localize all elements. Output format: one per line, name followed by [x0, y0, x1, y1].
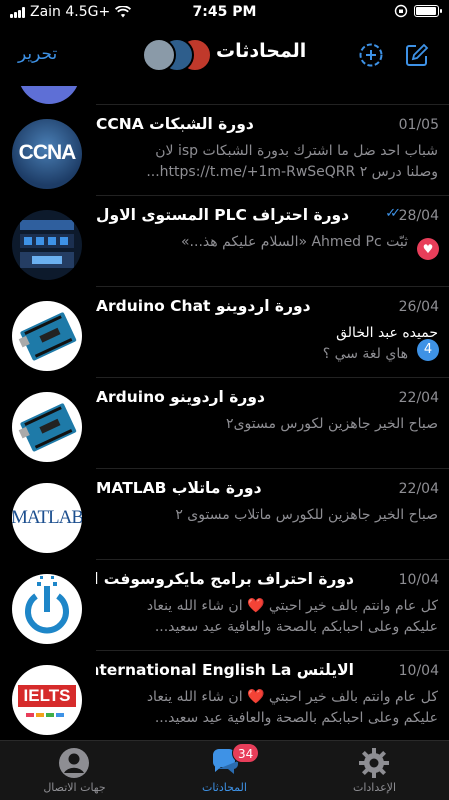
arduino-board-image — [18, 312, 77, 361]
chat-title: دورة اردوينو Arduino Chat — [96, 297, 311, 315]
chat-row-ccna[interactable]: CCNA دورة الشبكات CCNA 01/05 شباب احد ضل… — [0, 105, 449, 196]
unread-badge: 4 — [417, 339, 439, 361]
orientation-lock-icon — [394, 4, 408, 18]
tab-bar: جهات الاتصال 34 المحادثات الإعدادات — [0, 740, 449, 800]
avatar-logo-text: MATLAB — [12, 507, 82, 528]
chat-preview: صباح الخير جاهزين للكورس ماتلاب مستوى ٢ — [175, 507, 438, 523]
tab-settings[interactable]: الإعدادات — [300, 741, 449, 800]
chat-title: دورة احتراف برامج مايكروسوفت اوف — [96, 570, 354, 588]
tab-label: جهات الاتصال — [43, 781, 106, 794]
chat-preview: كل عام وانتم بالف خير احبتي ❤️ ان شاء ال… — [146, 598, 438, 614]
page-title: المحادثات — [216, 40, 307, 62]
stories-avatars[interactable] — [142, 38, 212, 72]
battery-icon — [414, 5, 442, 17]
avatar — [12, 574, 82, 644]
story-avatar — [142, 38, 176, 72]
compose-icon[interactable] — [404, 42, 430, 68]
chat-preview: وصلنا درس ٢ https://t.me/+1m-RwSeQRR... — [146, 164, 438, 180]
arduino-board-image — [18, 403, 77, 452]
heart-reaction-icon: ♥ — [417, 238, 439, 260]
chat-date: 10/04 — [398, 572, 439, 588]
settings-icon — [359, 748, 389, 778]
chat-row-arduino-chat[interactable]: دورة اردوينو Arduino Chat 26/04 حميده عب… — [0, 287, 449, 378]
tab-contacts[interactable]: جهات الاتصال — [0, 741, 149, 800]
chat-preview: ثبّت Ahmed Pc «السلام عليكم هذ...» — [180, 234, 408, 250]
plc-board-image — [20, 220, 74, 268]
chat-title: دورة ماتلاب MATLAB — [96, 479, 262, 497]
chat-date: 28/04 — [398, 208, 439, 224]
chat-preview: كل عام وانتم بالف خير احبتي ❤️ ان شاء ال… — [146, 689, 438, 705]
avatar: MATLAB — [12, 483, 82, 553]
status-time: 7:45 PM — [192, 4, 257, 20]
chat-row-matlab[interactable]: MATLAB دورة ماتلاب MATLAB 22/04 صباح الخ… — [0, 469, 449, 560]
chat-row-plc[interactable]: دورة احتراف PLC المستوى الاول ✓✓ 28/04 ث… — [0, 196, 449, 287]
chat-date: 22/04 — [398, 481, 439, 497]
chat-row-office[interactable]: دورة احتراف برامج مايكروسوفت اوف 10/04 ك… — [0, 560, 449, 651]
unread-count-badge: 34 — [232, 743, 260, 763]
chat-preview: هاي لغة سي ؟ — [322, 346, 408, 362]
chat-title: دورة اردوينو Arduino — [96, 388, 265, 406]
chat-date: 10/04 — [398, 663, 439, 679]
tab-chats[interactable]: 34 المحادثات — [150, 741, 299, 800]
new-story-icon[interactable] — [358, 42, 384, 68]
power-logo-image — [25, 576, 69, 634]
chat-sender: حميده عبد الخالق — [336, 325, 438, 341]
ielts-colour-strip — [26, 713, 64, 717]
chat-preview: صباح الخير جاهزين لكورس مستوى٢ — [226, 416, 438, 432]
contacts-icon — [59, 748, 89, 778]
avatar-logo-text: CCNA — [18, 141, 77, 164]
chat-row-arduino[interactable]: دورة اردوينو Arduino 22/04 صباح الخير جا… — [0, 378, 449, 469]
chat-list[interactable]: CCNA دورة الشبكات CCNA 01/05 شباب احد ضل… — [0, 86, 449, 740]
avatar: CCNA — [12, 119, 82, 189]
chat-title: دورة احتراف PLC المستوى الاول — [96, 206, 350, 224]
navigation-bar: تحرير المحادثات — [0, 26, 449, 86]
avatar — [18, 86, 80, 104]
chat-preview: عليكم وعلى احبابكم بالصحة والعافية عيد س… — [154, 619, 438, 635]
chat-row-ielts[interactable]: IELTS الايلتس International English La..… — [0, 651, 449, 740]
chat-date: 22/04 — [398, 390, 439, 406]
avatar — [12, 392, 82, 462]
chat-title: الايلتس International English La... — [96, 661, 354, 679]
avatar: IELTS — [12, 665, 82, 735]
chat-preview: شباب احد ضل ما اشترك بدورة الشبكات isp ل… — [155, 143, 438, 159]
tab-label: المحادثات — [202, 781, 247, 794]
avatar — [12, 210, 82, 280]
chat-preview: عليكم وعلى احبابكم بالصحة والعافية عيد س… — [154, 710, 438, 726]
status-bar: Zain 4.5G+ 7:45 PM — [0, 0, 449, 26]
chat-title: دورة الشبكات CCNA — [96, 115, 254, 133]
read-checkmarks-icon: ✓✓ — [385, 206, 401, 221]
chat-date: 26/04 — [398, 299, 439, 315]
edit-button[interactable]: تحرير — [18, 44, 57, 64]
avatar — [12, 301, 82, 371]
chat-date: 01/05 — [398, 117, 439, 133]
tab-label: الإعدادات — [352, 781, 397, 794]
